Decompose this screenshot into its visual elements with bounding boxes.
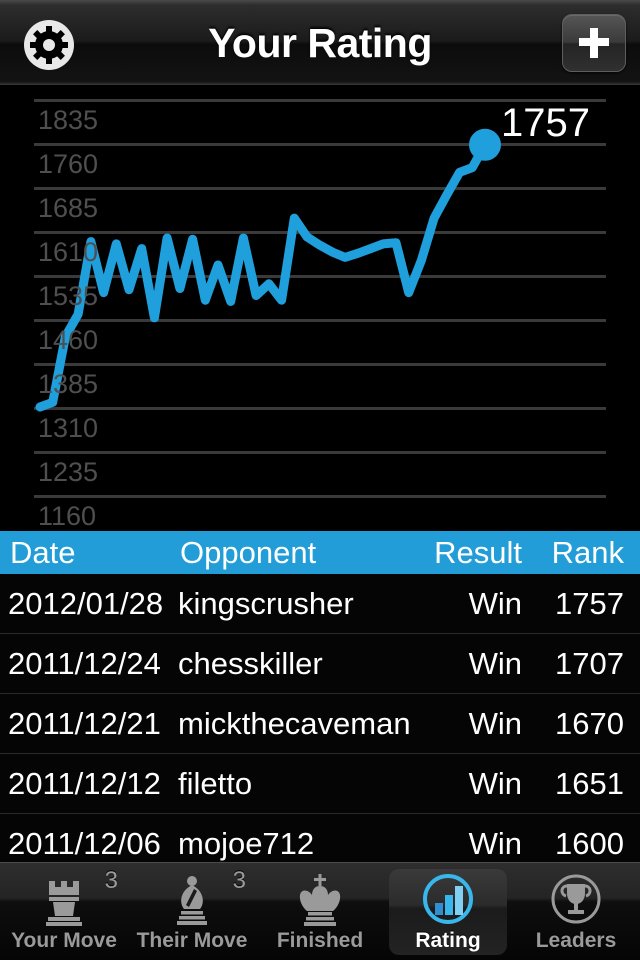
cell-opponent: chesskiller bbox=[178, 645, 323, 681]
chart-gridline bbox=[34, 275, 606, 278]
cell-date: 2011/12/21 bbox=[8, 705, 161, 741]
tab-content: Finished bbox=[277, 869, 363, 953]
cell-rank: 1670 bbox=[555, 705, 624, 741]
cell-date: 2011/12/24 bbox=[8, 645, 161, 681]
tab-content: Leaders bbox=[535, 869, 617, 953]
tab-icon-wrap bbox=[548, 869, 604, 927]
cell-opponent: mickthecaveman bbox=[178, 705, 411, 741]
table-row[interactable]: 2011/12/12 filetto Win 1651 bbox=[0, 754, 640, 814]
chart-gridline bbox=[34, 363, 606, 366]
tab-their-move[interactable]: 3 Their Move bbox=[128, 863, 256, 960]
chart-gridlines bbox=[34, 99, 606, 498]
chart-y-tick-label: 1835 bbox=[38, 105, 99, 135]
tab-content: Rating bbox=[415, 869, 481, 953]
tab-leaders[interactable]: Leaders bbox=[512, 863, 640, 960]
tab-your-move[interactable]: 3 Your Move bbox=[0, 863, 128, 960]
add-game-button[interactable] bbox=[562, 14, 626, 72]
tab-icon-wrap: 3 bbox=[36, 867, 118, 927]
chart-gridline bbox=[34, 231, 606, 234]
app-root: Your Rating 1835 1760 1685 1610 1535 1460 1385… bbox=[0, 0, 640, 960]
table-row[interactable]: 2012/01/28 kingscrusher Win 1757 bbox=[0, 574, 640, 634]
tab-content: 3 Their Move bbox=[136, 867, 248, 953]
tab-label: Their Move bbox=[136, 929, 248, 952]
chart-gridline bbox=[34, 187, 606, 190]
tab-label: Rating bbox=[415, 929, 481, 952]
cell-result: Win bbox=[468, 585, 522, 621]
tab-label: Leaders bbox=[535, 929, 617, 952]
column-header-date: Date bbox=[10, 534, 76, 570]
cell-opponent: mojoe712 bbox=[178, 825, 315, 861]
chart-gridline bbox=[34, 451, 606, 454]
tab-icon-wrap bbox=[420, 869, 476, 927]
game-history-table: Date Opponent Result Rank 2012/01/28 king… bbox=[0, 531, 640, 874]
cell-result: Win bbox=[468, 645, 522, 681]
cell-opponent: filetto bbox=[178, 765, 253, 801]
chart-y-tick-label: 1310 bbox=[38, 413, 99, 443]
chart-y-tick-label: 1385 bbox=[38, 369, 99, 399]
chart-y-tick-label: 1460 bbox=[38, 325, 99, 355]
chart-y-tick-label: 1760 bbox=[38, 149, 99, 179]
cell-date: 2011/12/12 bbox=[8, 765, 161, 801]
cell-result: Win bbox=[468, 825, 522, 861]
cell-rank: 1651 bbox=[555, 765, 624, 801]
table-body: 2012/01/28 kingscrusher Win 1757 2011/12/24 c… bbox=[0, 574, 640, 874]
cell-result: Win bbox=[468, 765, 522, 801]
tab-icon-wrap bbox=[292, 869, 348, 927]
cell-rank: 1707 bbox=[555, 645, 624, 681]
chess-king-icon bbox=[299, 874, 341, 926]
cell-opponent: kingscrusher bbox=[178, 585, 354, 621]
chess-bishop-icon bbox=[176, 876, 207, 925]
chart-y-tick-label: 1610 bbox=[38, 237, 99, 267]
chart-gridline bbox=[34, 495, 606, 498]
page-title: Your Rating bbox=[208, 19, 432, 66]
tab-badge-count: 3 bbox=[104, 867, 118, 894]
cell-date: 2012/01/28 bbox=[8, 585, 164, 621]
chart-y-tick-label: 1535 bbox=[38, 281, 99, 311]
tab-label: Finished bbox=[276, 929, 364, 952]
tab-finished[interactable]: Finished bbox=[256, 863, 384, 960]
table-row[interactable]: 2011/12/21 mickthecaveman Win 1670 bbox=[0, 694, 640, 754]
rating-chart: 1835 1760 1685 1610 1535 1460 1385 1310 1235 1160… bbox=[0, 86, 640, 531]
table-header-row: Date Opponent Result Rank bbox=[0, 531, 640, 574]
chess-rook-icon bbox=[45, 881, 82, 926]
chart-end-value-label: 1757 bbox=[501, 100, 590, 145]
cell-date: 2011/12/06 bbox=[8, 825, 161, 861]
trophy-icon bbox=[551, 874, 601, 924]
column-header-result: Result bbox=[434, 534, 522, 570]
chart-y-tick-label: 1685 bbox=[38, 193, 99, 223]
tab-content: 3 Your Move bbox=[11, 867, 118, 953]
table-row[interactable]: 2011/12/24 chesskiller Win 1707 bbox=[0, 634, 640, 694]
chart-y-tick-label: 1235 bbox=[38, 457, 99, 487]
cell-result: Win bbox=[468, 705, 522, 741]
tab-label: Your Move bbox=[11, 929, 117, 952]
tab-icon-wrap: 3 bbox=[164, 867, 246, 927]
navigation-bar: Your Rating bbox=[0, 0, 640, 86]
cell-rank: 1757 bbox=[555, 585, 624, 621]
chart-y-tick-label: 1160 bbox=[38, 501, 97, 531]
column-header-opponent: Opponent bbox=[180, 534, 317, 570]
tab-badge-count: 3 bbox=[232, 867, 246, 894]
rating-end-point bbox=[469, 128, 501, 161]
chart-gridline bbox=[34, 319, 606, 322]
chart-gridline bbox=[34, 407, 606, 410]
plus-icon bbox=[578, 27, 610, 59]
bar-chart-icon bbox=[422, 874, 473, 924]
column-header-rank: Rank bbox=[551, 534, 624, 570]
tab-bar: 3 Your Move 3 Their Move Finished Rating Leade… bbox=[0, 862, 640, 960]
cell-rank: 1600 bbox=[555, 825, 624, 861]
tab-rating[interactable]: Rating bbox=[384, 863, 512, 960]
